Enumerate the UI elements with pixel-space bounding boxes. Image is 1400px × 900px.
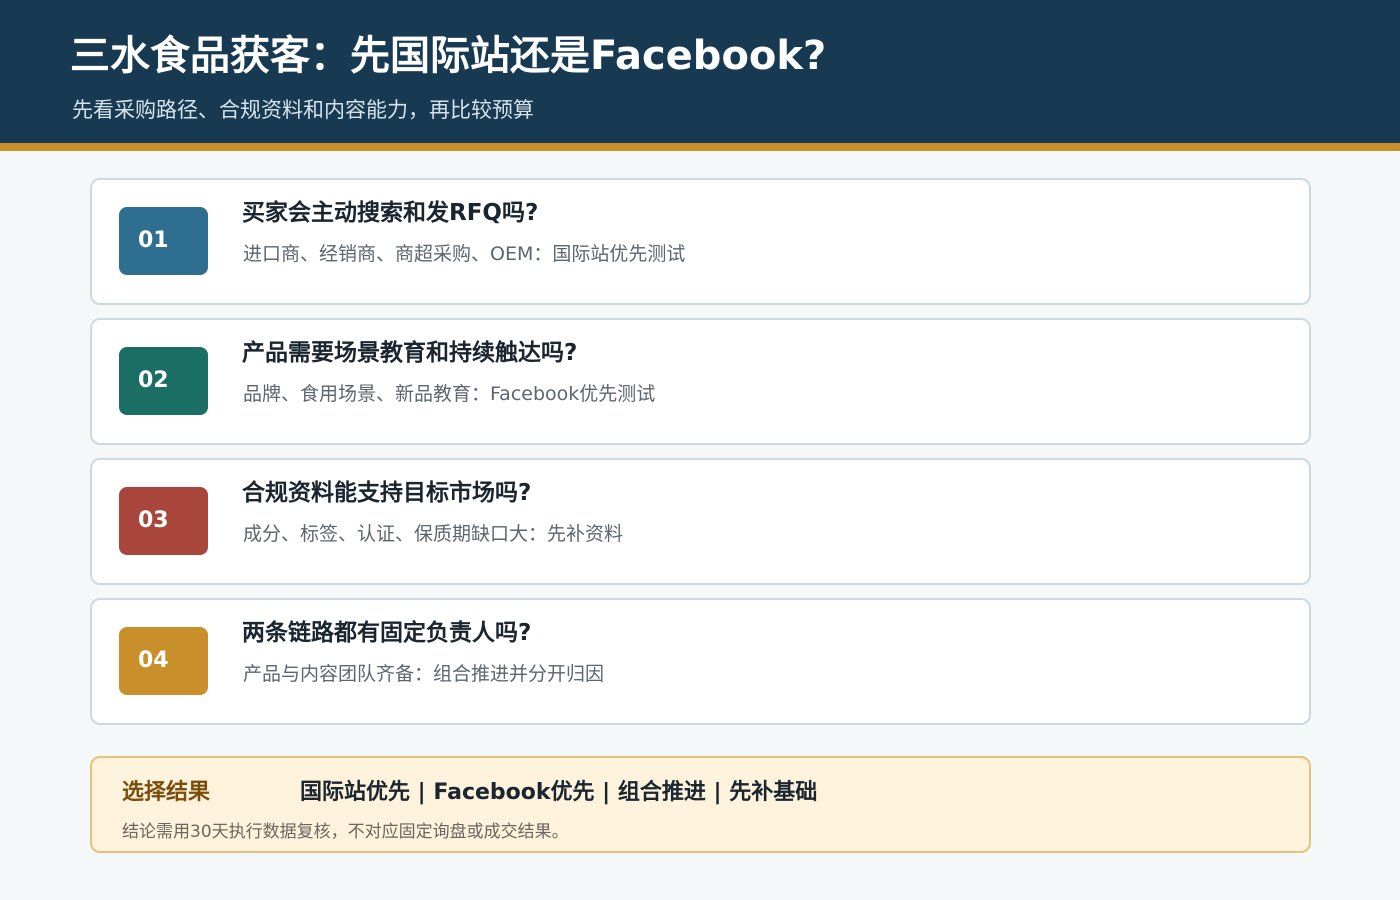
step-number-badge: 04 (119, 627, 208, 695)
step-question: 合规资料能支持目标市场吗? (242, 480, 532, 506)
result-options: 国际站优先 | Facebook优先 | 组合推进 | 先补基础 (300, 780, 818, 805)
step-question: 产品需要场景教育和持续触达吗? (242, 340, 578, 366)
result-label: 选择结果 (122, 780, 211, 805)
page-title: 三水食品获客：先国际站还是Facebook? (70, 33, 827, 79)
header-accent-rule (0, 143, 1400, 151)
step-card-4: 04 两条链路都有固定负责人吗? 产品与内容团队齐备：组合推进并分开归因 (90, 598, 1311, 725)
step-answer: 品牌、食用场景、新品教育：Facebook优先测试 (243, 383, 656, 405)
step-card-2: 02 产品需要场景教育和持续触达吗? 品牌、食用场景、新品教育：Facebook… (90, 318, 1311, 445)
step-question: 买家会主动搜索和发RFQ吗? (242, 200, 539, 226)
step-card-3: 03 合规资料能支持目标市场吗? 成分、标签、认证、保质期缺口大：先补资料 (90, 458, 1311, 585)
step-question: 两条链路都有固定负责人吗? (242, 620, 532, 646)
step-answer: 成分、标签、认证、保质期缺口大：先补资料 (243, 523, 624, 545)
step-number-badge: 03 (119, 487, 208, 555)
result-note: 结论需用30天执行数据复核，不对应固定询盘或成交结果。 (122, 822, 569, 842)
step-answer: 进口商、经销商、商超采购、OEM：国际站优先测试 (243, 243, 686, 265)
page-subtitle: 先看采购路径、合规资料和内容能力，再比较预算 (72, 98, 534, 122)
decision-steps: 01 买家会主动搜索和发RFQ吗? 进口商、经销商、商超采购、OEM：国际站优先… (90, 178, 1311, 738)
header-banner: 三水食品获客：先国际站还是Facebook? 先看采购路径、合规资料和内容能力，… (0, 0, 1400, 143)
step-card-1: 01 买家会主动搜索和发RFQ吗? 进口商、经销商、商超采购、OEM：国际站优先… (90, 178, 1311, 305)
step-number-badge: 02 (119, 347, 208, 415)
result-box: 选择结果 国际站优先 | Facebook优先 | 组合推进 | 先补基础 结论… (90, 756, 1311, 853)
step-number-badge: 01 (119, 207, 208, 275)
step-answer: 产品与内容团队齐备：组合推进并分开归因 (243, 663, 605, 685)
